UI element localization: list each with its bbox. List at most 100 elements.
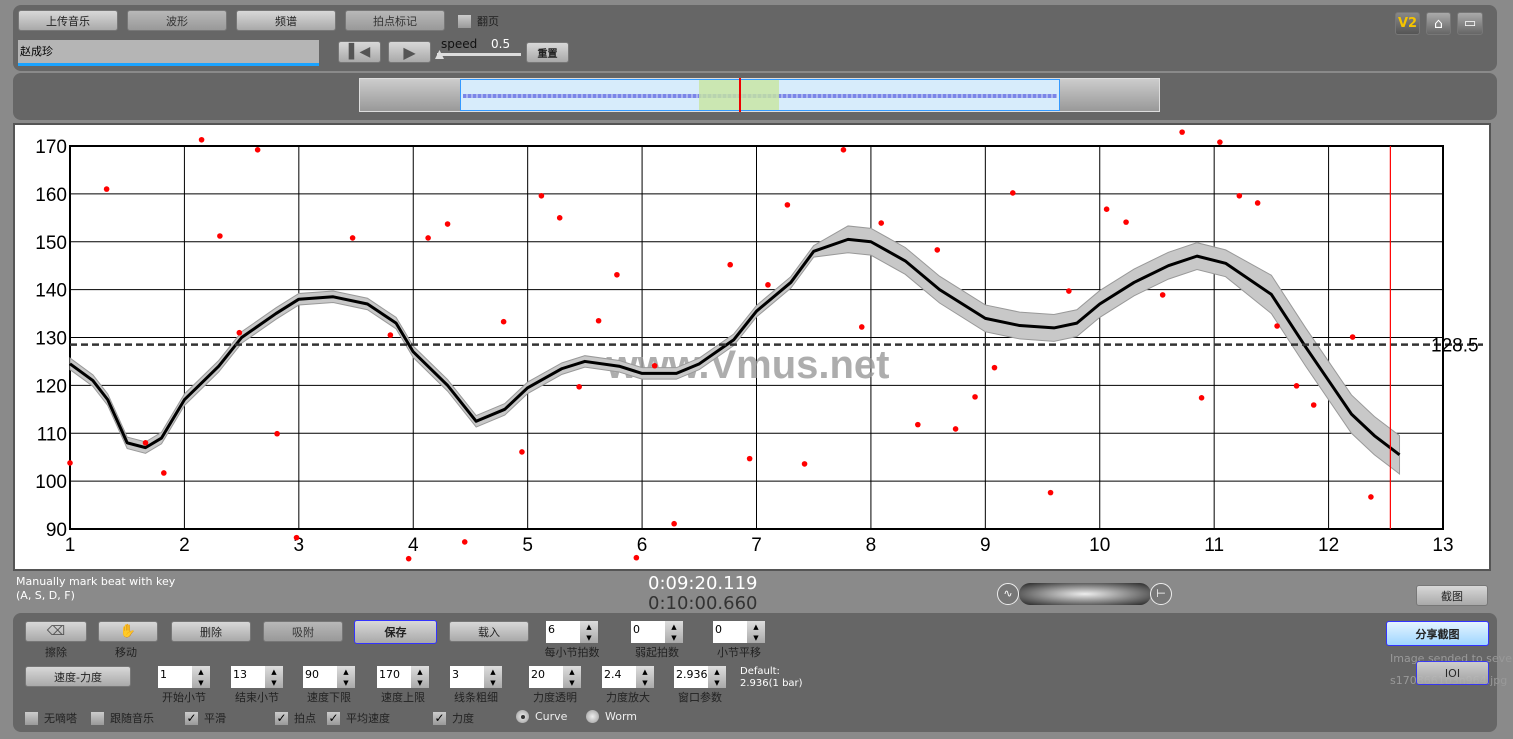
arrow-up-icon[interactable]: ▲ <box>671 623 676 631</box>
arrow-down-icon[interactable]: ▼ <box>671 634 676 642</box>
arrow-up-icon[interactable]: ▲ <box>642 668 647 676</box>
load-button[interactable]: 载入 <box>449 621 529 642</box>
spinner-arrows[interactable]: ▲ ▼ <box>636 666 654 688</box>
arrow-down-icon[interactable]: ▼ <box>569 679 574 687</box>
radio-label: Worm <box>605 710 638 723</box>
spinner-value[interactable]: 2.4 <box>602 666 636 688</box>
beat-point <box>1217 139 1223 145</box>
ioi-button[interactable]: IOI <box>1416 661 1489 685</box>
screenshot-button[interactable]: 截图 <box>1416 585 1488 606</box>
arrow-down-icon[interactable]: ▼ <box>586 634 591 642</box>
move-button[interactable]: ✋ <box>98 621 158 642</box>
spinner-arrows[interactable]: ▲ ▼ <box>192 666 210 688</box>
arrow-down-icon[interactable]: ▼ <box>343 679 348 687</box>
checkbox-box[interactable]: ✓ <box>275 711 288 725</box>
checkbox-box[interactable] <box>25 711 38 725</box>
arrow-up-icon[interactable]: ▲ <box>198 668 203 676</box>
delete-button[interactable]: 删除 <box>171 621 251 642</box>
spinner-value[interactable]: 6 <box>546 621 580 643</box>
checkbox-0[interactable]: 无嘀嗒 <box>25 710 77 726</box>
arrow-down-icon[interactable]: ▼ <box>642 679 647 687</box>
spinner-arrows[interactable]: ▲ ▼ <box>580 621 598 643</box>
beat-point <box>1103 206 1110 212</box>
spinner-value[interactable]: 0 <box>713 621 747 643</box>
hand-icon: ✋ <box>119 624 137 639</box>
beat-point <box>878 220 885 226</box>
spinner-arrows[interactable]: ▲ ▼ <box>563 666 581 688</box>
spectrum-icon[interactable]: ⊢ <box>1150 583 1172 605</box>
checkbox-box[interactable]: ✓ <box>433 711 446 725</box>
spinner-value[interactable]: 0 <box>631 621 665 643</box>
share-screenshot-button[interactable]: 分享截图 <box>1386 621 1489 646</box>
arrow-down-icon[interactable]: ▼ <box>271 679 276 687</box>
spinner-5[interactable]: 90 ▲ ▼ <box>303 666 355 688</box>
checkbox-4[interactable]: ✓ 平均速度 <box>327 710 390 726</box>
snap-button[interactable]: 吸附 <box>263 621 343 642</box>
arrow-down-icon[interactable]: ▼ <box>714 679 719 687</box>
erase-button[interactable]: ⌫ <box>25 621 87 642</box>
arrow-up-icon[interactable]: ▲ <box>714 668 719 676</box>
arrow-up-icon[interactable]: ▲ <box>586 623 591 631</box>
beat-point <box>1066 288 1072 294</box>
spinner-value[interactable]: 170 <box>377 666 411 688</box>
spinner-3[interactable]: 1 ▲ ▼ <box>158 666 210 688</box>
spinner-value[interactable]: 3 <box>450 666 484 688</box>
radio-curve[interactable]: Curve <box>516 710 567 723</box>
beat-point <box>538 192 545 199</box>
spinner-1[interactable]: 0 ▲ ▼ <box>631 621 683 643</box>
spinner-7[interactable]: 3 ▲ ▼ <box>450 666 502 688</box>
arrow-up-icon[interactable]: ▲ <box>271 668 276 676</box>
spinner-value[interactable]: 1 <box>158 666 192 688</box>
arrow-up-icon[interactable]: ▲ <box>569 668 574 676</box>
spinner-2[interactable]: 0 ▲ ▼ <box>713 621 765 643</box>
checkbox-box[interactable]: ✓ <box>185 711 198 725</box>
y-tick-label: 90 <box>46 520 67 541</box>
arrow-down-icon[interactable]: ▼ <box>417 679 422 687</box>
radio-button[interactable] <box>516 710 529 723</box>
beat-point <box>651 362 658 369</box>
spinner-arrows[interactable]: ▲ ▼ <box>265 666 283 688</box>
waveform-icon[interactable]: ∿ <box>997 583 1019 605</box>
spinner-value[interactable]: 13 <box>231 666 265 688</box>
radio-button[interactable] <box>586 710 599 723</box>
spinner-arrows[interactable]: ▲ ▼ <box>747 621 765 643</box>
hint-text: Manually mark beat with key <box>16 575 176 588</box>
spinner-4[interactable]: 13 ▲ ▼ <box>231 666 283 688</box>
spinner-6[interactable]: 170 ▲ ▼ <box>377 666 429 688</box>
spinner-9[interactable]: 2.4 ▲ ▼ <box>602 666 654 688</box>
save-button[interactable]: 保存 <box>354 620 437 644</box>
spinner-value[interactable]: 2.936 <box>674 666 708 688</box>
arrow-down-icon[interactable]: ▼ <box>753 634 758 642</box>
blend-slider[interactable] <box>1019 583 1151 605</box>
spinner-0[interactable]: 6 ▲ ▼ <box>546 621 598 643</box>
checkbox-2[interactable]: ✓ 平滑 <box>185 710 226 726</box>
x-tick-label: 8 <box>866 535 877 556</box>
spinner-arrows[interactable]: ▲ ▼ <box>337 666 355 688</box>
arrow-down-icon[interactable]: ▼ <box>490 679 495 687</box>
checkbox-box[interactable] <box>91 711 104 725</box>
arrow-up-icon[interactable]: ▲ <box>753 623 758 631</box>
tempo-dynamics-button[interactable]: 速度-力度 <box>25 666 131 687</box>
beat-point <box>858 324 865 330</box>
beat-point <box>293 534 300 541</box>
arrow-up-icon[interactable]: ▲ <box>490 668 495 676</box>
y-tick-label: 160 <box>35 185 67 206</box>
spinner-value[interactable]: 20 <box>529 666 563 688</box>
checkbox-1[interactable]: 跟随音乐 <box>91 710 154 726</box>
spinner-arrows[interactable]: ▲ ▼ <box>708 666 726 688</box>
spinner-10[interactable]: 2.936 ▲ ▼ <box>674 666 726 688</box>
radio-worm[interactable]: Worm <box>586 710 637 723</box>
spinner-8[interactable]: 20 ▲ ▼ <box>529 666 581 688</box>
spinner-arrows[interactable]: ▲ ▼ <box>411 666 429 688</box>
checkbox-5[interactable]: ✓ 力度 <box>433 710 474 726</box>
checkbox-3[interactable]: ✓ 拍点 <box>275 710 316 726</box>
spinner-value[interactable]: 90 <box>303 666 337 688</box>
spinner-arrows[interactable]: ▲ ▼ <box>665 621 683 643</box>
beat-point <box>67 460 73 466</box>
arrow-down-icon[interactable]: ▼ <box>198 679 203 687</box>
arrow-up-icon[interactable]: ▲ <box>417 668 422 676</box>
beat-point <box>217 233 223 239</box>
arrow-up-icon[interactable]: ▲ <box>343 668 348 676</box>
checkbox-box[interactable]: ✓ <box>327 711 340 725</box>
spinner-arrows[interactable]: ▲ ▼ <box>484 666 502 688</box>
